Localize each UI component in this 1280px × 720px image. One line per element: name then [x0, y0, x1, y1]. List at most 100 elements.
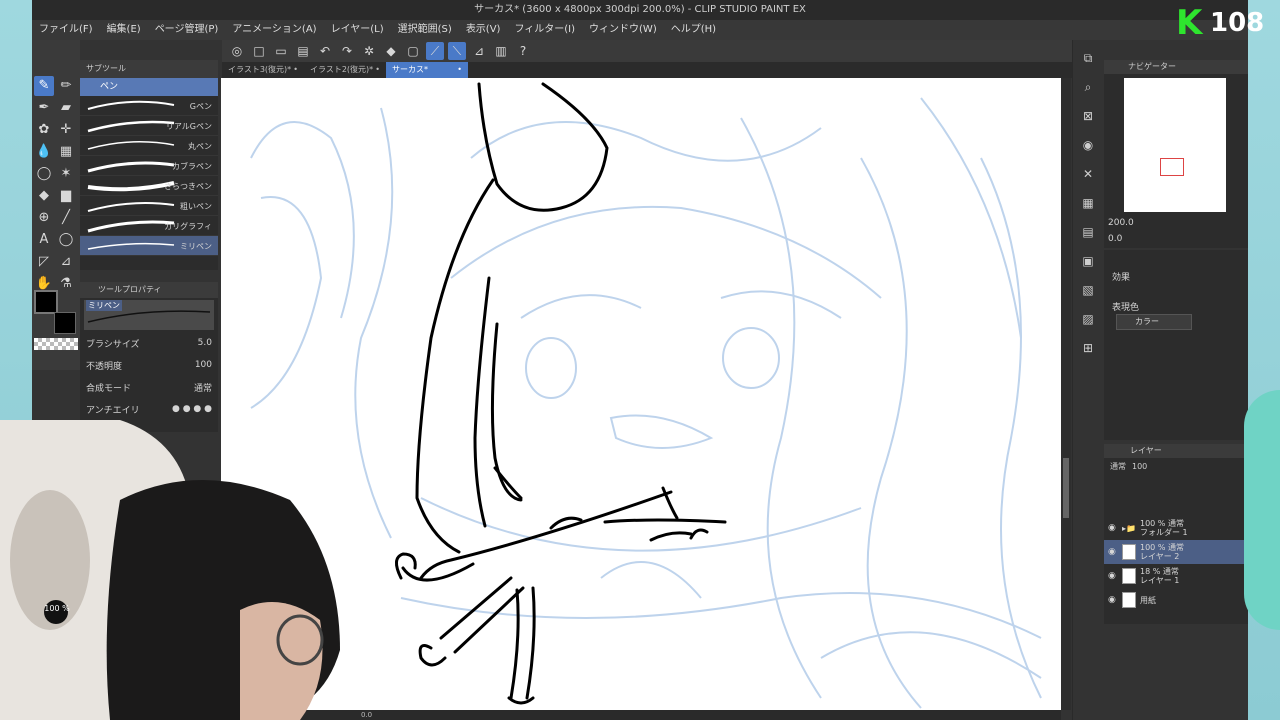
- menu-edit[interactable]: 編集(E): [100, 20, 148, 40]
- tab-close-icon[interactable]: •: [457, 62, 462, 78]
- eye-icon[interactable]: ◉: [1108, 523, 1118, 533]
- fill-icon[interactable]: ◆: [382, 42, 400, 60]
- expression-color-select[interactable]: カラー: [1116, 314, 1192, 330]
- line-tool-icon[interactable]: ╱: [56, 208, 76, 228]
- background-color-swatch[interactable]: [54, 312, 76, 334]
- clip-studio-icon[interactable]: ◎: [228, 42, 246, 60]
- foreground-color-swatch[interactable]: [34, 290, 58, 314]
- brush-size-row[interactable]: ブラシサイズ 5.0: [80, 332, 218, 354]
- material-icon[interactable]: ⊠: [1077, 105, 1099, 127]
- transparent-color-swatch[interactable]: [34, 338, 78, 350]
- close-icon[interactable]: ✕: [1077, 163, 1099, 185]
- blend-mode-select[interactable]: 通常: [152, 381, 212, 394]
- navigator-thumbnail[interactable]: [1124, 78, 1226, 212]
- subtool-tab-pen[interactable]: ペン: [80, 78, 218, 96]
- brush-milli-pen[interactable]: ミリペン: [80, 236, 218, 256]
- menu-filter[interactable]: フィルター(I): [507, 20, 582, 40]
- frame-tool-icon[interactable]: ◸: [34, 252, 54, 272]
- eye-icon[interactable]: ◉: [1108, 547, 1118, 557]
- auto-action-icon[interactable]: ▨: [1077, 308, 1099, 330]
- magic-wand-icon[interactable]: ✶: [56, 164, 76, 184]
- menu-file[interactable]: ファイル(F): [32, 20, 100, 40]
- eye-icon[interactable]: ◉: [1108, 571, 1118, 581]
- menu-window[interactable]: ウィンドウ(W): [582, 20, 664, 40]
- menu-layer[interactable]: レイヤー(L): [324, 20, 391, 40]
- move-tool-icon[interactable]: ✛: [56, 120, 76, 140]
- sub-view-icon[interactable]: ▣: [1077, 250, 1099, 272]
- brush-kabura-pen[interactable]: カブラペン: [80, 156, 218, 176]
- new-file-icon[interactable]: □: [250, 42, 268, 60]
- antialias-row[interactable]: アンチエイリ ● ● ● ●: [80, 398, 218, 420]
- history-icon[interactable]: ▦: [1077, 192, 1099, 214]
- pen-tool-icon[interactable]: ✎: [34, 76, 54, 96]
- blend-mode-row[interactable]: 合成モード 通常: [80, 376, 218, 398]
- menu-view[interactable]: 表示(V): [459, 20, 508, 40]
- settings-icon[interactable]: ▥: [492, 42, 510, 60]
- tab-close-icon[interactable]: •: [375, 62, 380, 78]
- menu-page[interactable]: ページ管理(P): [148, 20, 226, 40]
- brush-size-value[interactable]: 5.0: [152, 338, 212, 348]
- opacity-row[interactable]: 不透明度 100: [80, 354, 218, 376]
- eye-icon[interactable]: ◉: [1108, 595, 1118, 605]
- blend-tool-icon[interactable]: 💧: [34, 142, 54, 162]
- brush-tool-icon[interactable]: ✒: [34, 98, 54, 118]
- redo-icon[interactable]: ↷: [338, 42, 356, 60]
- item-bank-icon[interactable]: ▧: [1077, 279, 1099, 301]
- grid-tool-icon[interactable]: ▦: [56, 142, 76, 162]
- eyedropper-tool-icon[interactable]: ⚗: [56, 274, 76, 294]
- gradient-tool-icon[interactable]: ▆: [56, 186, 76, 206]
- navigator-view-frame[interactable]: [1160, 158, 1184, 176]
- decoration-tool-icon[interactable]: ✿: [34, 120, 54, 140]
- layer-row-layer-1[interactable]: ◉ 18 % 通常 レイヤー 1: [1104, 564, 1248, 588]
- opacity-value[interactable]: 100: [152, 360, 212, 370]
- snap-special-ruler-icon[interactable]: ⟍: [448, 42, 466, 60]
- webcam-overlay: 100 %: [0, 420, 360, 720]
- tab-illust3[interactable]: イラスト3(復元)* •: [222, 62, 304, 78]
- snap-ruler-icon[interactable]: ⟋: [426, 42, 444, 60]
- window-title: サーカス* (3600 x 4800px 300dpi 200.0%) - CL…: [32, 0, 1248, 20]
- fill-tool-icon[interactable]: ◆: [34, 186, 54, 206]
- brush-coarse-pen[interactable]: 粗いペン: [80, 196, 218, 216]
- effect-label: 効果: [1112, 273, 1131, 283]
- search-icon[interactable]: ⌕: [1077, 76, 1099, 98]
- brush-maru-pen[interactable]: 丸ペン: [80, 136, 218, 156]
- brush-calligraphy[interactable]: カリグラフィ: [80, 216, 218, 236]
- snap-grid-icon[interactable]: ⊿: [470, 42, 488, 60]
- layer-row-paper[interactable]: ◉ 用紙: [1104, 588, 1248, 612]
- eraser-tool-icon[interactable]: ▰: [56, 98, 76, 118]
- save-icon[interactable]: ▤: [294, 42, 312, 60]
- lasso-tool-icon[interactable]: ◯: [34, 164, 54, 184]
- layer-property-icon[interactable]: ▤: [1077, 221, 1099, 243]
- snap-icon[interactable]: ✲: [360, 42, 378, 60]
- tab-close-icon[interactable]: •: [293, 62, 298, 78]
- canvas-vertical-scrollbar[interactable]: [1061, 78, 1071, 710]
- menu-selection[interactable]: 選択範囲(S): [391, 20, 459, 40]
- antialias-dots-icon[interactable]: ● ● ● ●: [152, 404, 212, 414]
- scrollbar-thumb[interactable]: [1063, 458, 1069, 518]
- open-file-icon[interactable]: ▭: [272, 42, 290, 60]
- color-wheel-icon[interactable]: ◉: [1077, 134, 1099, 156]
- ruler-tool-icon[interactable]: ⊿: [56, 252, 76, 272]
- brush-g-pen[interactable]: Gペン: [80, 96, 218, 116]
- brush-rough-pen[interactable]: さらつきペン: [80, 176, 218, 196]
- layer-row-folder-1[interactable]: ◉ ▸📁 100 % 通常 フォルダー 1: [1104, 516, 1248, 540]
- menu-animation[interactable]: アニメーション(A): [225, 20, 323, 40]
- rotate-value[interactable]: 0.0: [1108, 234, 1122, 244]
- navigator-dock-icon[interactable]: ⧉: [1077, 47, 1099, 69]
- help-icon[interactable]: ?: [514, 42, 532, 60]
- undo-icon[interactable]: ↶: [316, 42, 334, 60]
- layer-opacity-value[interactable]: 100: [1132, 462, 1147, 471]
- zoom-tool-icon[interactable]: ⊕: [34, 208, 54, 228]
- clear-icon[interactable]: ▢: [404, 42, 422, 60]
- menu-help[interactable]: ヘルプ(H): [664, 20, 723, 40]
- pencil-tool-icon[interactable]: ✏: [56, 76, 76, 96]
- brush-real-g-pen[interactable]: リアルGペン: [80, 116, 218, 136]
- balloon-tool-icon[interactable]: ◯: [56, 230, 76, 250]
- quick-access-icon[interactable]: ⊞: [1077, 337, 1099, 359]
- tab-circus[interactable]: サーカス* •: [386, 62, 468, 78]
- text-tool-icon[interactable]: A: [34, 230, 54, 250]
- layer-row-layer-2[interactable]: ◉ 100 % 通常 レイヤー 2: [1104, 540, 1248, 564]
- zoom-value[interactable]: 200.0: [1108, 218, 1134, 228]
- tab-illust2[interactable]: イラスト2(復元)* •: [304, 62, 386, 78]
- layer-blend-select[interactable]: 通常: [1110, 461, 1126, 472]
